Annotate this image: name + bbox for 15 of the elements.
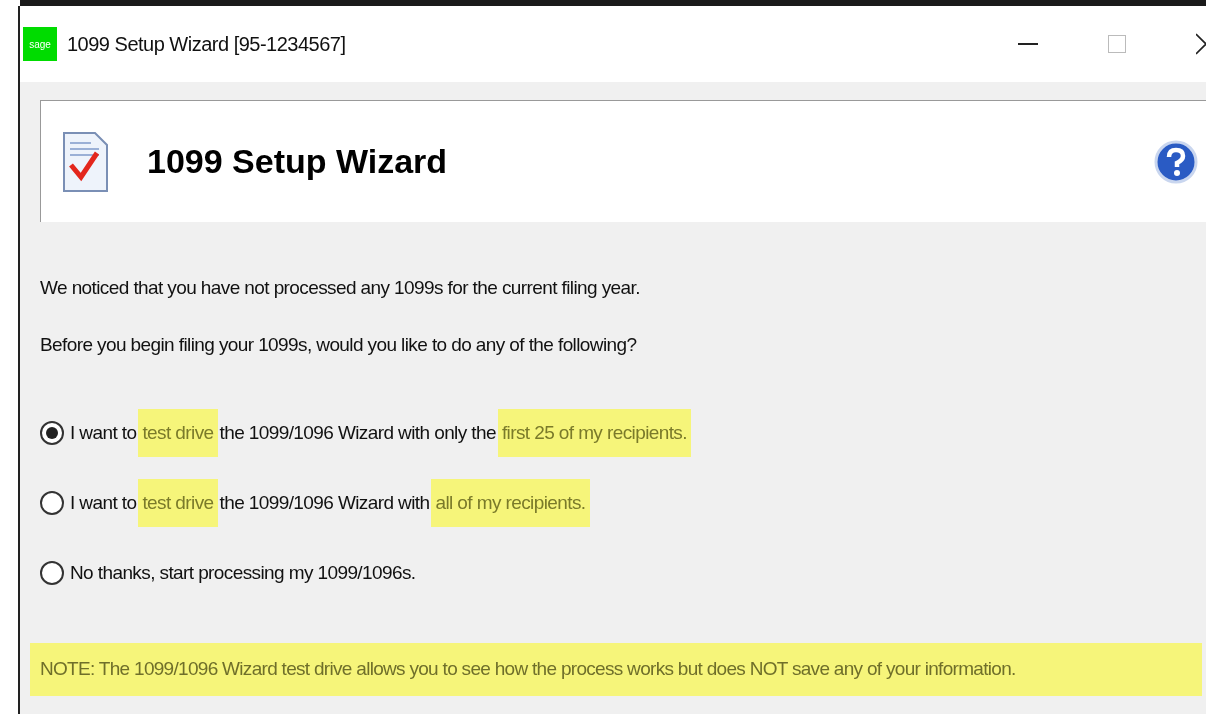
intro-text: We noticed that you have not processed any 1099s for the current filing year. bbox=[40, 276, 641, 300]
close-icon[interactable] bbox=[1196, 33, 1206, 55]
option-label[interactable]: No thanks, start processing my 1099/1096s. bbox=[68, 551, 418, 595]
option-label[interactable]: I want to test drive the 1099/1096 Wizard with only the first 25 of my recipients. bbox=[68, 411, 691, 455]
radio-button[interactable] bbox=[40, 561, 64, 585]
radio-button[interactable] bbox=[40, 491, 64, 515]
option-label[interactable]: I want to test drive the 1099/1096 Wizard with all of my recipients. bbox=[68, 481, 590, 525]
radio-button[interactable] bbox=[40, 421, 64, 445]
intro-text: Before you begin filing your 1099s, would you like to do any of the following? bbox=[40, 332, 638, 357]
document-check-icon bbox=[61, 130, 111, 193]
note-text: NOTE: The 1099/1096 Wizard test drive allows you to see how the process works but does NOT save any of your information. bbox=[30, 643, 1202, 696]
app-logo: sage bbox=[23, 27, 57, 61]
window-title: 1099 Setup Wizard [95-1234567] bbox=[67, 32, 346, 57]
help-icon[interactable] bbox=[1154, 139, 1198, 184]
wizard-heading: 1099 Setup Wizard bbox=[147, 141, 448, 182]
